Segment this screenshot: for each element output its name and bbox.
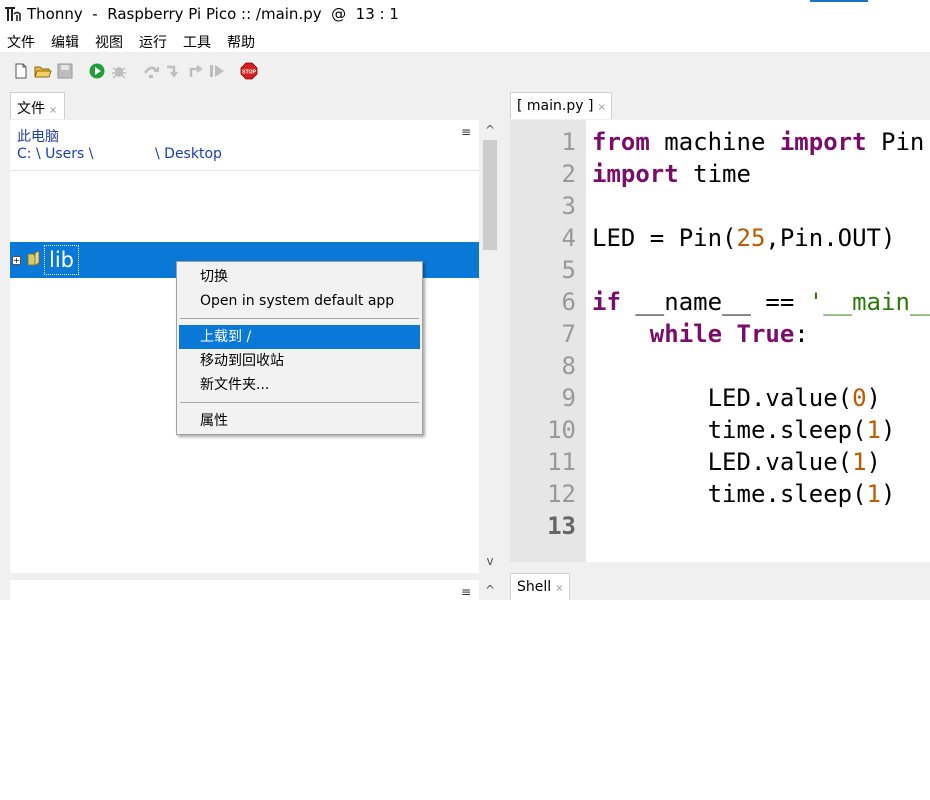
menu-item-properties[interactable]: 属性	[179, 409, 420, 433]
device-files-menu-icon[interactable]: ≡	[461, 585, 471, 599]
menu-bar: 文件 编辑 视图 运行 工具 帮助	[0, 30, 930, 52]
scroll-up-arrow-icon[interactable]: ^	[480, 580, 500, 600]
code-line: time.sleep(1)	[592, 416, 896, 444]
tab-files-label: 文件	[17, 101, 45, 117]
location-path-users[interactable]: C: \ Users \	[17, 146, 93, 162]
code-editor[interactable]: 1 2 3 4 5 6 7 8 9 10 11 12 13 from machi…	[510, 120, 930, 562]
files-scrollbar[interactable]: ^ v	[480, 120, 500, 573]
device-files-scrollbar[interactable]: ^	[480, 580, 500, 600]
menu-file[interactable]: 文件	[7, 32, 35, 52]
line-number: 8	[561, 352, 576, 380]
run-icon[interactable]	[88, 62, 106, 80]
line-number: 6	[561, 288, 576, 316]
menu-run[interactable]: 运行	[139, 32, 167, 52]
thonny-window: Thonny - Raspberry Pi Pico :: /main.py @…	[0, 0, 930, 600]
code-line: LED = Pin(25,Pin.OUT)	[592, 224, 896, 252]
tab-shell[interactable]: Shell ×	[510, 573, 570, 600]
code-line: import time	[592, 160, 751, 188]
line-number: 4	[561, 224, 576, 252]
code-line: LED.value(0)	[592, 384, 881, 412]
thonny-logo-icon	[5, 7, 21, 21]
stop-label: STOP	[242, 69, 257, 75]
divider	[10, 170, 479, 171]
menu-tools[interactable]: 工具	[183, 32, 211, 52]
code-line: LED.value(1)	[592, 448, 881, 476]
tab-shell-label: Shell	[517, 579, 552, 595]
current-line-number: 13	[547, 512, 576, 540]
menu-help[interactable]: 帮助	[227, 32, 255, 52]
location-this-pc[interactable]: 此电脑	[17, 126, 59, 146]
menu-item-open-default-app[interactable]: Open in system default app	[179, 289, 420, 313]
debug-icon[interactable]	[110, 62, 128, 80]
tab-main-py[interactable]: [ main.py ] ×	[510, 92, 612, 119]
line-number: 10	[547, 416, 576, 444]
menu-separator	[180, 318, 419, 319]
folder-icon	[27, 250, 40, 266]
code-line: from machine import Pin	[592, 128, 925, 156]
window-title: Thonny - Raspberry Pi Pico :: /main.py @…	[27, 5, 399, 23]
tab-main-py-label: [ main.py ]	[517, 98, 594, 114]
device-file-browser: ≡	[10, 580, 479, 600]
menu-view[interactable]: 视图	[95, 32, 123, 52]
new-file-icon[interactable]	[12, 62, 30, 80]
line-number: 1	[561, 128, 576, 156]
menu-item-upload[interactable]: 上载到 /	[179, 325, 420, 349]
code-line: time.sleep(1)	[592, 480, 896, 508]
line-number: 12	[547, 480, 576, 508]
line-number: 3	[561, 192, 576, 220]
stop-icon[interactable]: STOP	[240, 62, 258, 80]
close-icon[interactable]: ×	[555, 583, 563, 594]
menu-item-move-to-recycle-bin[interactable]: 移动到回收站	[179, 349, 420, 373]
line-number-gutter: 1 2 3 4 5 6 7 8 9 10 11 12 13	[510, 120, 586, 562]
menu-item-new-folder[interactable]: 新文件夹...	[179, 373, 420, 397]
resume-icon[interactable]	[208, 62, 226, 80]
line-number: 11	[547, 448, 576, 476]
shell-tab-strip	[510, 562, 930, 600]
expand-icon[interactable]: +	[12, 256, 21, 265]
menu-separator	[180, 402, 419, 403]
line-number: 7	[561, 320, 576, 348]
step-into-icon[interactable]	[164, 62, 182, 80]
line-number: 5	[561, 256, 576, 284]
step-out-icon[interactable]	[186, 62, 204, 80]
code-line: while True:	[649, 320, 809, 348]
menu-edit[interactable]: 编辑	[51, 32, 79, 52]
code-line: if __name__ == '__main__':	[592, 288, 930, 316]
scroll-down-arrow-icon[interactable]: v	[480, 551, 500, 571]
code-text[interactable]: from machine import Pin import time LED …	[592, 120, 930, 508]
location-path-desktop[interactable]: \ Desktop	[155, 146, 222, 162]
folder-name-lib[interactable]: lib	[44, 245, 79, 275]
scroll-up-arrow-icon[interactable]: ^	[480, 120, 500, 140]
save-file-icon[interactable]	[56, 62, 74, 80]
scroll-thumb[interactable]	[483, 140, 497, 250]
menu-item-switch[interactable]: 切换	[179, 265, 420, 289]
open-file-icon[interactable]	[34, 62, 52, 80]
tab-files[interactable]: 文件 ×	[10, 92, 65, 119]
toolbar: STOP	[0, 52, 930, 90]
step-over-icon[interactable]	[142, 62, 160, 80]
close-icon[interactable]: ×	[597, 102, 605, 113]
title-accent	[810, 0, 868, 2]
context-menu: 切换 Open in system default app 上载到 / 移动到回…	[176, 261, 423, 435]
files-menu-icon[interactable]: ≡	[461, 125, 471, 139]
line-number: 2	[561, 160, 576, 188]
close-icon[interactable]: ×	[49, 105, 57, 116]
title-bar: Thonny - Raspberry Pi Pico :: /main.py @…	[0, 0, 930, 30]
line-number: 9	[561, 384, 576, 412]
